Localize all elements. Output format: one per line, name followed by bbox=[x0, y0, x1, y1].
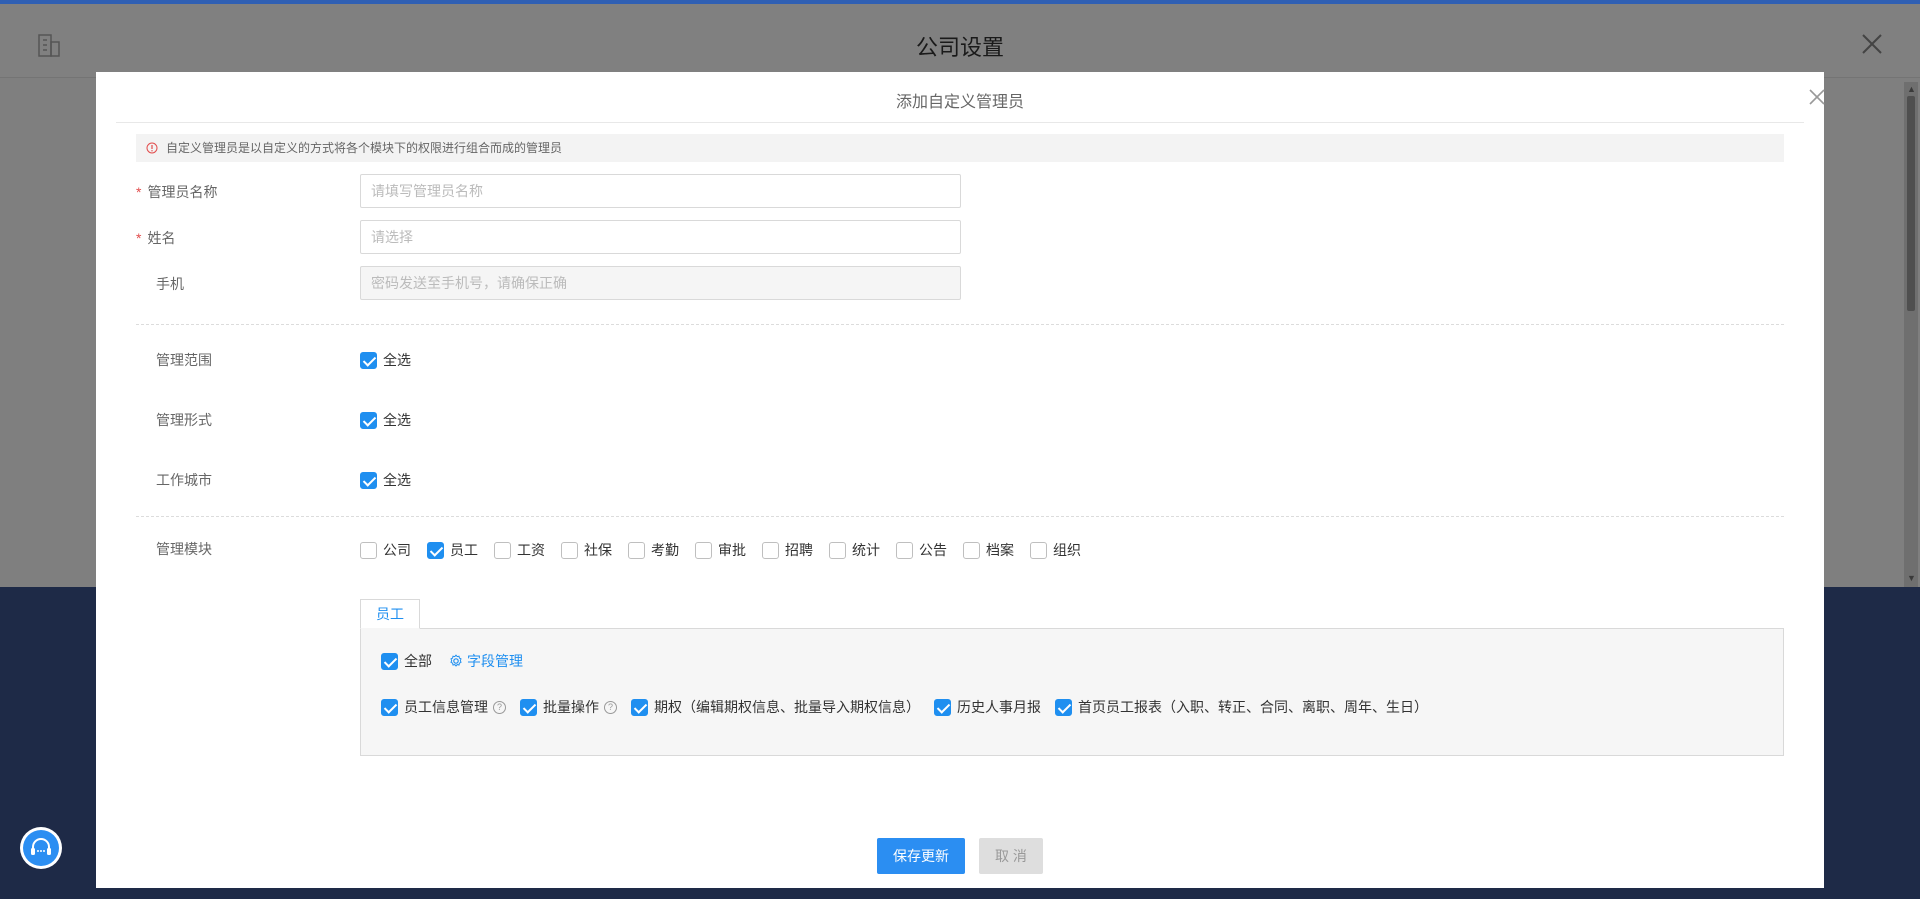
perm-homepage-report-checkbox[interactable]: 首页员工报表（入职、转正、合同、离职、周年、生日） bbox=[1055, 697, 1428, 717]
module-attendance-checkbox[interactable]: 考勤 bbox=[628, 540, 679, 560]
page-close-icon[interactable] bbox=[1858, 30, 1886, 58]
checkbox-checked[interactable] bbox=[360, 471, 377, 489]
module-statistics-checkbox[interactable]: 统计 bbox=[829, 540, 880, 560]
module-recruitment-checkbox[interactable]: 招聘 bbox=[762, 540, 813, 560]
dialog-header: 添加自定义管理员 bbox=[116, 72, 1825, 123]
save-button[interactable]: 保存更新 bbox=[877, 838, 965, 874]
checkbox-checked[interactable] bbox=[381, 652, 398, 670]
page-title: 公司设置 bbox=[915, 35, 1004, 60]
checkbox-checked[interactable] bbox=[1055, 698, 1072, 716]
help-icon[interactable]: ? bbox=[493, 700, 506, 714]
employee-permissions-panel: 全部 字段管理 员工信息管理 ? 批量操作 ? 期权（编辑期权信息、批量导入期权 bbox=[360, 628, 1784, 756]
scope-row: 管理范围 全选 bbox=[136, 348, 1784, 370]
checkbox-checked[interactable] bbox=[520, 698, 537, 716]
page-scrollbar[interactable]: ▲ ▼ bbox=[1904, 82, 1918, 587]
checkbox[interactable] bbox=[494, 541, 511, 559]
city-select-all-checkbox[interactable]: 全选 bbox=[360, 470, 411, 490]
checkbox-checked[interactable] bbox=[631, 698, 648, 716]
modules-checkbox-group: 公司 员工 工资 社保 考勤 审批 招聘 统计 公告 档案 组织 bbox=[360, 540, 1097, 560]
permission-list: 员工信息管理 ? 批量操作 ? 期权（编辑期权信息、批量导入期权信息） 历史人事… bbox=[381, 697, 1442, 717]
customer-service-button[interactable] bbox=[20, 827, 62, 869]
name-select[interactable] bbox=[360, 220, 961, 254]
checkbox[interactable] bbox=[829, 541, 846, 559]
headset-icon bbox=[23, 830, 59, 866]
checkbox-checked[interactable] bbox=[427, 541, 444, 559]
section-divider bbox=[136, 324, 1784, 325]
cancel-button[interactable]: 取 消 bbox=[979, 838, 1043, 874]
select-all-permissions-checkbox[interactable]: 全部 bbox=[381, 651, 432, 671]
form-type-select-all-checkbox[interactable]: 全选 bbox=[360, 410, 411, 430]
scroll-down-icon[interactable]: ▼ bbox=[1907, 573, 1916, 583]
info-notice: 自定义管理员是以自定义的方式将各个模块下的权限进行组合而成的管理员 bbox=[136, 134, 1784, 162]
module-announcement-checkbox[interactable]: 公告 bbox=[896, 540, 947, 560]
module-company-checkbox[interactable]: 公司 bbox=[360, 540, 411, 560]
module-salary-checkbox[interactable]: 工资 bbox=[494, 540, 545, 560]
scope-select-all-checkbox[interactable]: 全选 bbox=[360, 350, 411, 370]
checkbox[interactable] bbox=[561, 541, 578, 559]
checkbox[interactable] bbox=[1030, 541, 1047, 559]
name-row: * 姓名 bbox=[136, 220, 1784, 254]
checkbox-checked[interactable] bbox=[934, 698, 951, 716]
checkbox[interactable] bbox=[695, 541, 712, 559]
checkbox-checked[interactable] bbox=[381, 698, 398, 716]
add-custom-admin-dialog: 添加自定义管理员 自定义管理员是以自定义的方式将各个模块下的权限进行组合而成的管… bbox=[96, 72, 1825, 888]
admin-name-input[interactable] bbox=[360, 174, 961, 208]
checkbox[interactable] bbox=[963, 541, 980, 559]
name-label: * 姓名 bbox=[136, 230, 176, 246]
checkbox-checked[interactable] bbox=[360, 351, 377, 369]
checkbox[interactable] bbox=[896, 541, 913, 559]
perm-employee-info-checkbox[interactable]: 员工信息管理 ? bbox=[381, 697, 506, 717]
checkbox-checked[interactable] bbox=[360, 411, 377, 429]
form-type-label: 管理形式 bbox=[156, 412, 212, 428]
perm-batch-operation-checkbox[interactable]: 批量操作 ? bbox=[520, 697, 617, 717]
perm-history-monthly-report-checkbox[interactable]: 历史人事月报 bbox=[934, 697, 1041, 717]
help-icon[interactable]: ? bbox=[604, 700, 617, 714]
section-divider bbox=[136, 516, 1784, 517]
tab-employee[interactable]: 员工 bbox=[360, 599, 420, 629]
checkbox[interactable] bbox=[762, 541, 779, 559]
page-header: 公司设置 bbox=[0, 4, 1920, 78]
scrollbar-thumb[interactable] bbox=[1907, 96, 1915, 311]
required-mark: * bbox=[136, 184, 142, 200]
warning-icon bbox=[146, 142, 158, 154]
field-manage-link[interactable]: 字段管理 bbox=[449, 651, 523, 671]
module-social-insurance-checkbox[interactable]: 社保 bbox=[561, 540, 612, 560]
scroll-up-icon[interactable]: ▲ bbox=[1907, 84, 1916, 94]
perm-options-checkbox[interactable]: 期权（编辑期权信息、批量导入期权信息） bbox=[631, 697, 920, 717]
city-row: 工作城市 全选 bbox=[136, 468, 1784, 490]
module-employee-checkbox[interactable]: 员工 bbox=[427, 540, 478, 560]
checkbox[interactable] bbox=[628, 541, 645, 559]
checkbox[interactable] bbox=[360, 541, 377, 559]
scope-label: 管理范围 bbox=[156, 352, 212, 368]
phone-input bbox=[360, 266, 961, 300]
admin-name-row: * 管理员名称 bbox=[136, 174, 1784, 208]
notice-text: 自定义管理员是以自定义的方式将各个模块下的权限进行组合而成的管理员 bbox=[166, 141, 563, 155]
dialog-title: 添加自定义管理员 bbox=[895, 94, 1024, 111]
dialog-close-icon[interactable] bbox=[1806, 86, 1828, 108]
module-organization-checkbox[interactable]: 组织 bbox=[1030, 540, 1081, 560]
admin-name-label: * 管理员名称 bbox=[136, 184, 218, 200]
module-archive-checkbox[interactable]: 档案 bbox=[963, 540, 1014, 560]
phone-label: 手机 bbox=[156, 276, 184, 292]
phone-row: 手机 bbox=[136, 266, 1784, 300]
required-mark: * bbox=[136, 230, 142, 246]
form-type-row: 管理形式 全选 bbox=[136, 408, 1784, 430]
module-approval-checkbox[interactable]: 审批 bbox=[695, 540, 746, 560]
gear-icon bbox=[450, 654, 462, 667]
modules-label: 管理模块 bbox=[156, 541, 212, 557]
city-label: 工作城市 bbox=[156, 472, 212, 488]
